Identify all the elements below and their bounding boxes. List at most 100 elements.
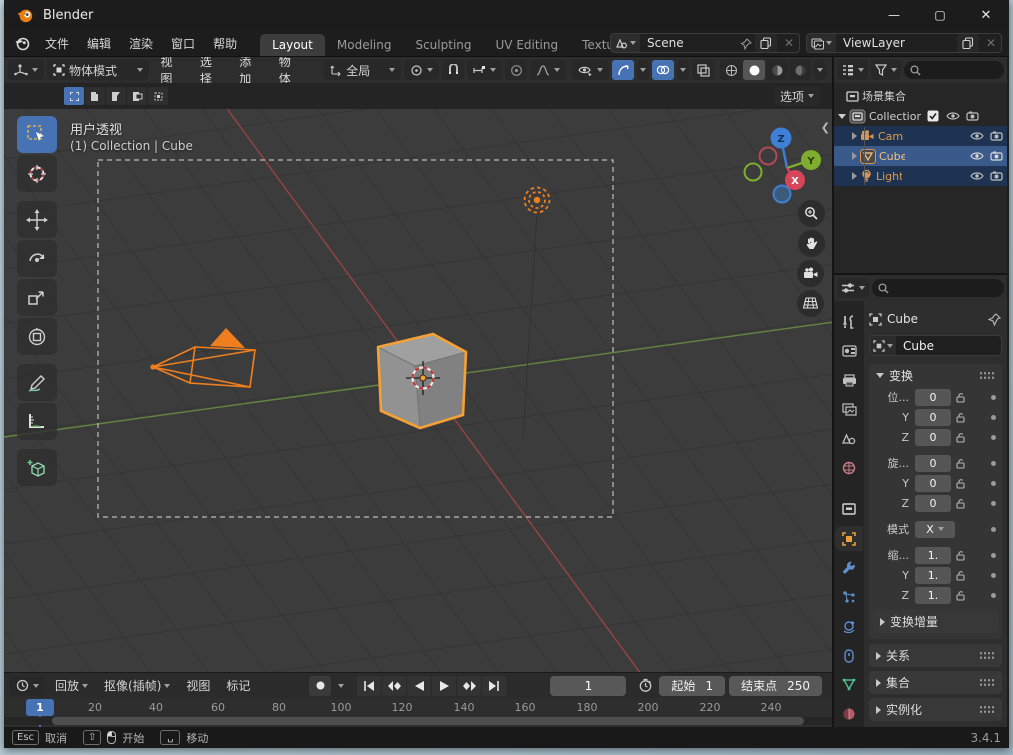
tab-particles[interactable] (835, 584, 863, 609)
minimize-button[interactable]: — (871, 0, 917, 30)
section-collections[interactable]: 集合 (869, 671, 1002, 694)
tool-rotate[interactable] (17, 240, 57, 277)
animate-dot[interactable] (991, 480, 996, 486)
tab-render[interactable] (835, 338, 863, 363)
menu-render[interactable]: 渲染 (120, 30, 162, 56)
outliner-row-scene-collection[interactable]: 场景集合 (834, 86, 1007, 106)
hide-eye-icon[interactable] (970, 151, 984, 161)
frame-end-field[interactable]: 结束点 250 (729, 675, 822, 696)
overlays-dropdown[interactable] (677, 60, 689, 80)
viewport-3d[interactable]: 用户透视 (1) Collection | Cube Z Y X ❮ (4, 109, 832, 672)
menu-add[interactable]: 添加 (231, 53, 267, 87)
tab-material[interactable] (835, 702, 863, 727)
timeline-scrollbar[interactable] (4, 717, 832, 725)
jump-to-end-button[interactable] (482, 675, 507, 696)
animate-dot[interactable] (991, 414, 996, 420)
tab-modeling[interactable]: Modeling (325, 34, 404, 56)
new-view-layer-button[interactable] (956, 34, 979, 52)
shading-wireframe-button[interactable] (720, 60, 742, 80)
animate-dot[interactable] (991, 572, 996, 578)
drag-handle-icon[interactable] (979, 651, 995, 660)
sidebar-collapse-arrow[interactable]: ❮ (821, 121, 830, 134)
maximize-button[interactable]: ▢ (917, 0, 963, 30)
snap-settings-dropdown[interactable] (467, 60, 502, 80)
drag-handle-icon[interactable] (979, 371, 995, 380)
view-layer-icon[interactable] (807, 34, 836, 52)
disable-render-camera-icon[interactable] (990, 151, 1003, 161)
lock-icon[interactable] (951, 392, 969, 403)
unlink-scene-icon[interactable]: ✕ (779, 36, 799, 50)
object-datablock-selector[interactable]: Cube (869, 335, 1002, 356)
lock-icon[interactable] (951, 570, 969, 581)
timeline-menu-view[interactable]: 视图 (180, 677, 216, 694)
drag-handle-icon[interactable] (979, 678, 995, 687)
play-button[interactable] (432, 675, 457, 696)
collapse-icon[interactable] (838, 113, 846, 119)
animate-dot[interactable] (991, 434, 996, 440)
editor-type-outliner-icon[interactable] (837, 60, 868, 80)
mode-dropdown[interactable]: 物体模式 (47, 60, 150, 80)
animate-dot[interactable] (991, 394, 996, 400)
tool-transform[interactable] (17, 318, 57, 355)
outliner-row-camera[interactable]: Camera (834, 126, 1007, 146)
pan-button[interactable] (798, 230, 825, 257)
pin-icon[interactable] (988, 312, 1002, 326)
camera-object[interactable] (150, 328, 256, 388)
drag-handle-icon[interactable] (979, 705, 995, 714)
tab-object-data[interactable] (835, 672, 863, 697)
editor-type-3d-viewport-icon[interactable] (8, 60, 44, 80)
lock-icon[interactable] (951, 550, 969, 561)
outliner-filter-icon[interactable] (871, 60, 901, 80)
timeline-ruler[interactable]: 20 40 60 80 100 120 140 160 180 200 220 … (4, 698, 832, 727)
menu-edit[interactable]: 编辑 (78, 30, 120, 56)
expand-icon[interactable] (852, 132, 857, 140)
rotation-y-field[interactable]: 0 (915, 474, 951, 492)
show-object-types-dropdown[interactable] (572, 60, 609, 80)
tab-output[interactable] (835, 368, 863, 393)
rotation-x-field[interactable]: 0 (915, 454, 951, 472)
expand-icon[interactable] (852, 172, 857, 180)
blender-menu-icon[interactable] (14, 35, 30, 51)
lock-icon[interactable] (951, 458, 969, 469)
location-z-field[interactable]: 0 (915, 428, 951, 446)
lock-icon[interactable] (951, 432, 969, 443)
tab-sculpting[interactable]: Sculpting (403, 34, 483, 56)
scene-icon[interactable] (611, 34, 640, 52)
timeline-menu-playback[interactable]: 回放 (49, 677, 94, 694)
transform-panel-header[interactable]: 变换 (869, 364, 1002, 387)
properties-search-input[interactable] (872, 279, 1004, 297)
shading-dropdown[interactable] (814, 60, 826, 80)
outliner-search-input[interactable] (904, 61, 1004, 79)
menu-object[interactable]: 物体 (271, 53, 307, 87)
timeline-scrollbar-thumb[interactable] (52, 717, 804, 725)
menu-window[interactable]: 窗口 (162, 30, 204, 56)
keying-set-dropdown[interactable] (335, 676, 347, 696)
rotation-mode-dropdown[interactable]: X (915, 520, 955, 538)
tab-layout[interactable]: Layout (260, 34, 325, 56)
tab-uv-editing[interactable]: UV Editing (484, 34, 571, 56)
pivot-point-dropdown[interactable] (404, 60, 439, 80)
tab-object[interactable] (835, 525, 863, 552)
object-datablock-name[interactable]: Cube (896, 339, 941, 353)
gizmo-toggle[interactable] (612, 60, 634, 80)
rotation-z-field[interactable]: 0 (915, 494, 951, 512)
gizmo-dropdown[interactable] (637, 60, 649, 80)
scene-selector[interactable]: Scene ✕ (610, 33, 800, 53)
animate-dot[interactable] (991, 500, 996, 506)
animate-dot[interactable] (991, 460, 996, 466)
current-frame-field[interactable]: 1 (550, 675, 627, 696)
section-instancing[interactable]: 实例化 (869, 698, 1002, 721)
scale-z-field[interactable]: 1. (915, 586, 951, 604)
tab-world[interactable] (835, 455, 863, 480)
tab-tool[interactable] (835, 309, 863, 334)
auto-keying-record-button[interactable] (309, 675, 332, 696)
overlays-toggle[interactable] (652, 60, 674, 80)
animate-dot[interactable] (991, 592, 996, 598)
scale-y-field[interactable]: 1. (915, 566, 951, 584)
timeline-menu-marker[interactable]: 标记 (220, 677, 256, 694)
disable-render-camera-icon[interactable] (966, 111, 979, 121)
tab-physics[interactable] (835, 614, 863, 639)
proportional-falloff-dropdown[interactable] (530, 60, 566, 80)
animate-dot[interactable] (991, 552, 996, 558)
hide-eye-icon[interactable] (946, 111, 960, 121)
